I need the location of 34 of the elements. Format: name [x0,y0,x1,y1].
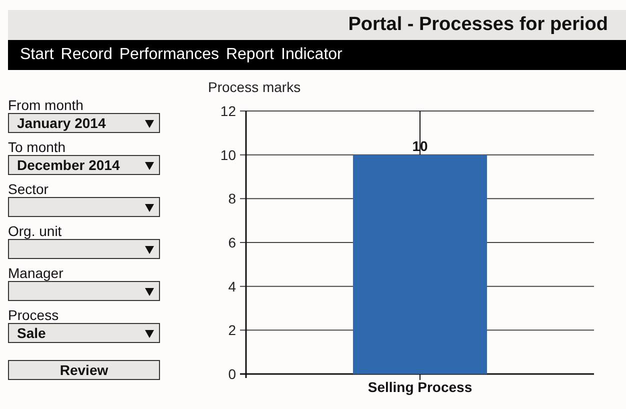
caret-icon [145,328,154,338]
caret-icon [145,202,154,212]
dropdown[interactable] [8,281,160,301]
field-label: Org. unit [8,224,63,239]
review-button[interactable]: Review [8,360,160,380]
dropdown[interactable]: December 2014 [8,155,160,175]
field-label: Process [8,308,60,323]
tick-label: 0 [228,366,236,382]
dropdown[interactable] [8,239,160,259]
tick-label: 2 [228,322,236,338]
caret-icon [145,160,154,170]
chart-title: Process marks [208,79,301,95]
field-label: From month [8,98,84,113]
field-label: Sector [8,182,50,197]
menu-item[interactable]: Indicator [281,46,342,64]
tick-label: 8 [228,190,236,207]
dropdown[interactable]: January 2014 [8,113,160,133]
page-title: Portal - Processes for period [348,14,608,36]
menu-item[interactable]: Start [20,46,54,64]
dropdown[interactable] [8,197,160,217]
tick-label: 4 [228,278,236,294]
field-label: To month [8,140,67,155]
field-label: Manager [8,266,64,281]
tick-label: 10 [220,146,236,163]
menu-item[interactable]: Record [60,46,112,64]
menu-item[interactable]: Performances [119,46,219,64]
caret-icon [145,244,154,254]
dropdown[interactable]: Sale [8,323,160,343]
tick-label: 12 [220,103,236,119]
category-label: Selling Process [368,379,472,395]
menu-item[interactable]: Report [226,46,274,64]
tick-label: 6 [228,234,236,250]
caret-icon [145,118,154,128]
caret-icon [145,286,154,296]
